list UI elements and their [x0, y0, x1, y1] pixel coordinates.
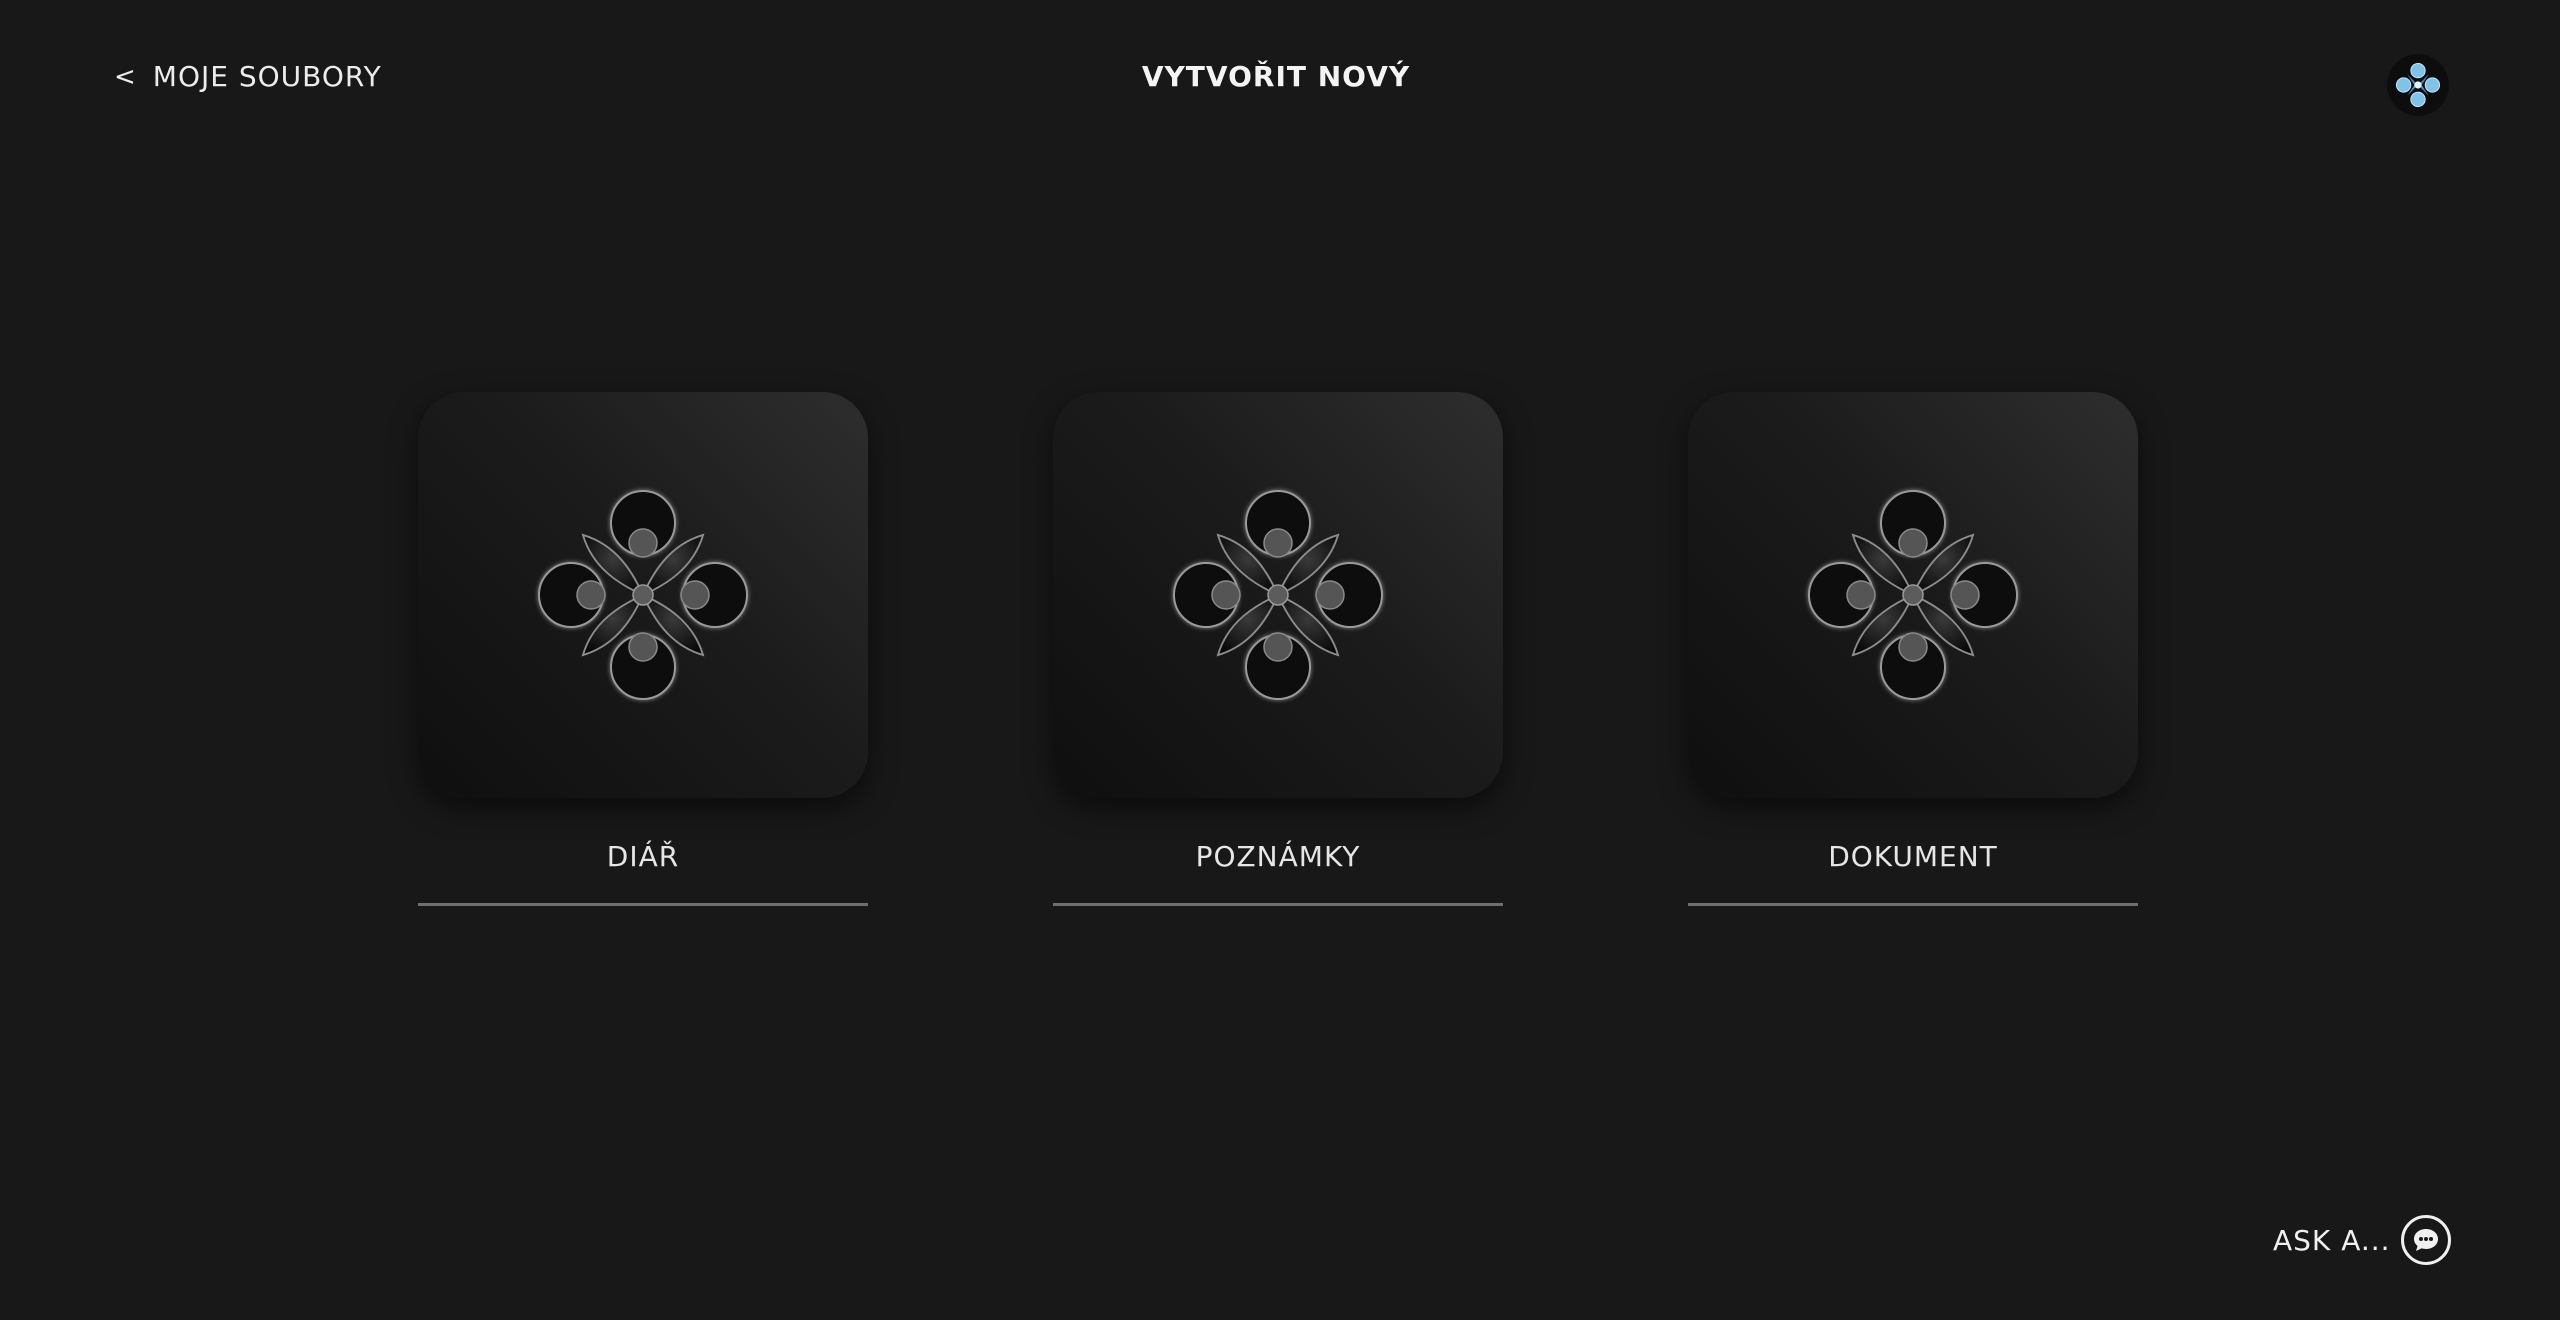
flower-icon [1158, 475, 1398, 715]
template-card-dokument[interactable]: DOKUMENT [1688, 392, 2138, 906]
divider-line [1688, 903, 2138, 906]
template-label[interactable]: DIÁŘ [418, 840, 868, 873]
template-card-poznamky[interactable]: POZNÁMKY [1053, 392, 1503, 906]
flower-icon [523, 475, 763, 715]
template-card-diar[interactable]: DIÁŘ [418, 392, 868, 906]
ask-assistant-button[interactable]: ASK A... [2273, 1215, 2451, 1265]
page-title: VYTVOŘIT NOVÝ [1141, 60, 1411, 93]
template-tile[interactable] [1688, 392, 2138, 798]
ask-label: ASK A... [2273, 1223, 2391, 1257]
flower-logo-icon[interactable] [2387, 54, 2449, 116]
template-tile[interactable] [1053, 392, 1503, 798]
template-tile[interactable] [418, 392, 868, 798]
chat-bubble-icon[interactable] [2400, 1215, 2451, 1265]
template-label[interactable]: DOKUMENT [1688, 840, 2138, 873]
divider-line [1053, 903, 1503, 906]
flower-icon [1793, 475, 2033, 715]
template-label[interactable]: POZNÁMKY [1053, 840, 1503, 873]
divider-line [418, 903, 868, 906]
